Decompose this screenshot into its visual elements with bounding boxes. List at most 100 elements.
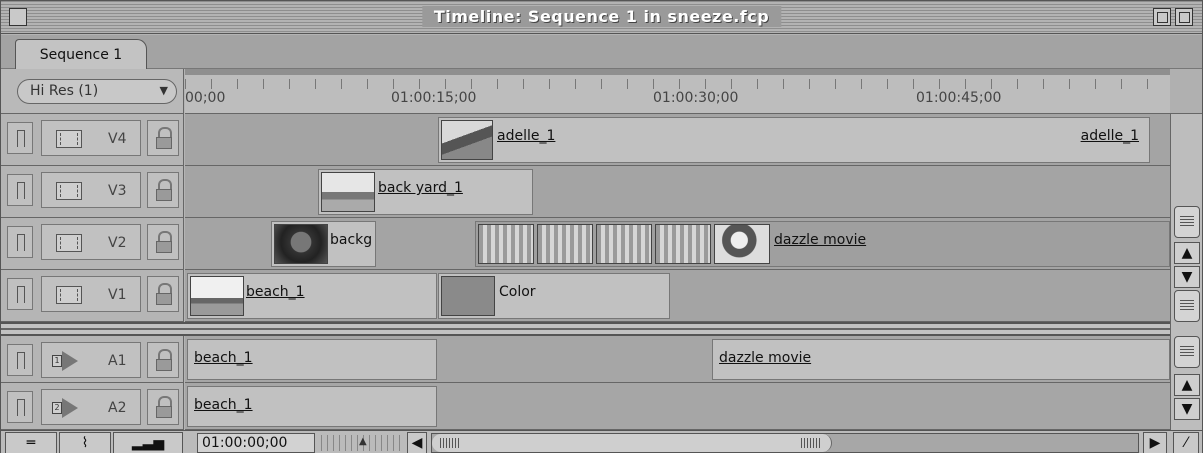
horizontal-scrollbar[interactable] xyxy=(431,433,1139,453)
lock-icon[interactable] xyxy=(147,276,179,312)
track-name: A2 xyxy=(108,400,127,416)
clip-label: dazzle movie xyxy=(774,232,867,248)
clip-label: Color xyxy=(499,284,536,300)
track-header-v2: V2 xyxy=(1,218,184,270)
track-target-button[interactable]: V3 xyxy=(41,172,141,208)
clip[interactable]: dazzle movie xyxy=(712,339,1170,380)
scroll-up-button[interactable]: ▲ xyxy=(1174,374,1200,396)
track-visibility-toggle[interactable] xyxy=(7,122,33,154)
resolution-label: Hi Res (1) xyxy=(30,83,99,99)
ruler-timecode: 00;00 xyxy=(185,90,226,106)
scroll-thumb[interactable] xyxy=(1174,206,1200,238)
ruler-timecode: 01:00:45;00 xyxy=(916,90,1002,106)
ruler-timecode: 01:00:30;00 xyxy=(653,90,739,106)
clip-label: adelle_1 xyxy=(1080,128,1139,144)
scroll-down-button[interactable]: ▼ xyxy=(1174,398,1200,420)
tab-sequence-1[interactable]: Sequence 1 xyxy=(15,39,147,70)
track-header-a2: 2 A2 xyxy=(1,383,184,430)
track-visibility-toggle[interactable] xyxy=(7,278,33,310)
chevron-down-icon: ▼ xyxy=(159,84,168,97)
track-header-top: Hi Res (1) ▼ xyxy=(1,69,184,114)
scroll-thumb-end[interactable] xyxy=(1174,290,1200,322)
scroll-thumb[interactable] xyxy=(1174,336,1200,368)
zoom-box-icon[interactable] xyxy=(1153,8,1171,26)
video-vertical-scrollbar[interactable]: ▲ ▼ xyxy=(1170,114,1202,322)
speaker-icon: 2 xyxy=(52,398,86,418)
scroll-down-button[interactable]: ▼ xyxy=(1174,266,1200,288)
lock-icon[interactable] xyxy=(147,224,179,260)
clip[interactable]: Color xyxy=(438,273,670,319)
clip-label: back yard_1 xyxy=(378,180,463,196)
clip-thumbnail xyxy=(274,224,328,264)
clip-thumbnail xyxy=(596,224,652,264)
resize-grip-icon[interactable]: ⁄ xyxy=(1173,432,1199,453)
clip-label: beach_1 xyxy=(194,397,253,413)
horizontal-scroll-thumb[interactable] xyxy=(432,434,832,452)
track-size-icon[interactable]: ▂▃▅ xyxy=(113,432,183,453)
track-lane-v4[interactable]: adelle_1 adelle_1 xyxy=(185,114,1170,166)
track-lane-v1[interactable]: beach_1 Color xyxy=(185,270,1170,322)
resolution-dropdown[interactable]: Hi Res (1) ▼ xyxy=(17,79,177,104)
film-icon xyxy=(56,286,82,304)
clip-thumbnail xyxy=(478,224,534,264)
clip-label: dazzle movie xyxy=(719,350,812,366)
clip[interactable]: beach_1 xyxy=(187,339,437,380)
lock-icon[interactable] xyxy=(147,120,179,156)
ruler-band xyxy=(185,69,1170,75)
lock-icon[interactable] xyxy=(147,389,179,425)
lock-icon[interactable] xyxy=(147,342,179,378)
clip-thumbnail xyxy=(537,224,593,264)
clip-label: backg xyxy=(330,232,373,248)
track-name: V1 xyxy=(108,287,127,303)
track-lane-v2[interactable]: backg dazzle movie xyxy=(185,218,1170,270)
track-lane-v3[interactable]: back yard_1 xyxy=(185,166,1170,218)
clip-thumbnail xyxy=(655,224,711,264)
track-target-button[interactable]: 2 A2 xyxy=(41,389,141,425)
keyframe-overlay-icon[interactable]: ⌇ xyxy=(59,432,111,453)
track-header-v4: V4 xyxy=(1,114,184,166)
track-target-button[interactable]: V4 xyxy=(41,120,141,156)
current-timecode[interactable]: 01:00:00;00 xyxy=(197,433,315,453)
scroll-right-icon[interactable]: ▶ xyxy=(1143,432,1167,453)
clip-label: beach_1 xyxy=(194,350,253,366)
track-lane-a1[interactable]: beach_1 dazzle movie xyxy=(185,336,1170,383)
track-header-v1: V1 xyxy=(1,270,184,322)
track-header-a1: 1 A1 xyxy=(1,336,184,383)
collapse-box-icon[interactable] xyxy=(1175,8,1193,26)
track-visibility-toggle[interactable] xyxy=(7,226,33,258)
clip[interactable]: beach_1 xyxy=(187,386,437,427)
scroll-left-icon[interactable]: ◀ xyxy=(407,432,427,453)
film-icon xyxy=(56,234,82,252)
clip-label: adelle_1 xyxy=(497,128,556,144)
clip[interactable]: adelle_1 adelle_1 xyxy=(438,117,1150,163)
track-target-button[interactable]: V2 xyxy=(41,224,141,260)
track-visibility-toggle[interactable] xyxy=(7,174,33,206)
lock-icon[interactable] xyxy=(147,172,179,208)
tab-strip: Sequence 1 xyxy=(1,35,1202,70)
track-visibility-toggle[interactable] xyxy=(7,391,33,423)
clip-label: beach_1 xyxy=(246,284,305,300)
track-name: V4 xyxy=(108,131,127,147)
bottom-bar: ═ ⌇ ▂▃▅ 01:00:00;00 ◀ ▶ ⁄ xyxy=(1,430,1202,453)
scroll-up-button[interactable]: ▲ xyxy=(1174,242,1200,264)
video-audio-divider[interactable] xyxy=(1,322,1170,336)
track-target-button[interactable]: V1 xyxy=(41,276,141,312)
clip[interactable]: back yard_1 xyxy=(318,169,533,215)
track-height-icon[interactable]: ═ xyxy=(5,432,57,453)
track-visibility-toggle[interactable] xyxy=(7,344,33,376)
clip[interactable]: beach_1 xyxy=(187,273,437,319)
track-name: A1 xyxy=(108,353,127,369)
clip[interactable]: dazzle movie xyxy=(475,221,1170,267)
film-icon xyxy=(56,130,82,148)
title-bar[interactable]: Timeline: Sequence 1 in sneeze.fcp xyxy=(1,1,1202,34)
close-box-icon[interactable] xyxy=(9,8,27,26)
audio-vertical-scrollbar[interactable]: ▲ ▼ xyxy=(1170,322,1202,430)
track-name: V3 xyxy=(108,183,127,199)
zoom-slider[interactable] xyxy=(321,435,403,451)
clip[interactable]: backg xyxy=(271,221,376,267)
speaker-icon: 1 xyxy=(52,351,86,371)
ruler-ticks xyxy=(185,79,1170,89)
track-lane-a2[interactable]: beach_1 xyxy=(185,383,1170,430)
timeline-ruler[interactable]: 00;00 01:00:15;00 01:00:30;00 01:00:45;0… xyxy=(185,69,1170,114)
track-target-button[interactable]: 1 A1 xyxy=(41,342,141,378)
